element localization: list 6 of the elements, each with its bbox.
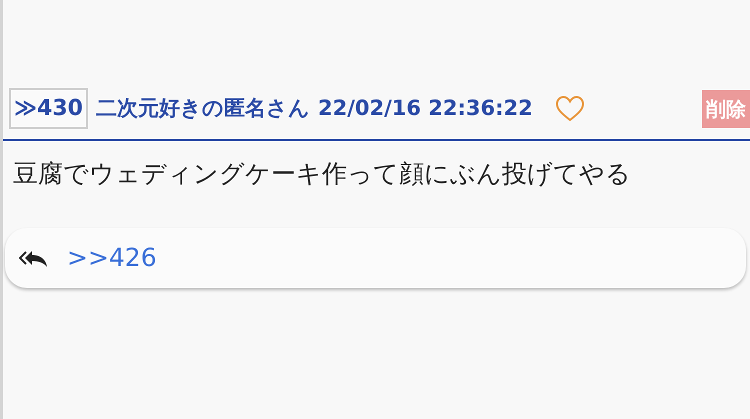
post-body: 豆腐でウェディングケーキ作って顔にぶん投げてやる <box>12 158 632 190</box>
heart-icon[interactable] <box>554 94 585 122</box>
reply-link[interactable]: >>426 <box>67 239 157 276</box>
post-date: 22/02/16 22:36:22 <box>318 94 533 122</box>
author-name: 二次元好きの匿名さん <box>96 94 310 122</box>
post-number[interactable]: ≫430 <box>9 88 88 129</box>
